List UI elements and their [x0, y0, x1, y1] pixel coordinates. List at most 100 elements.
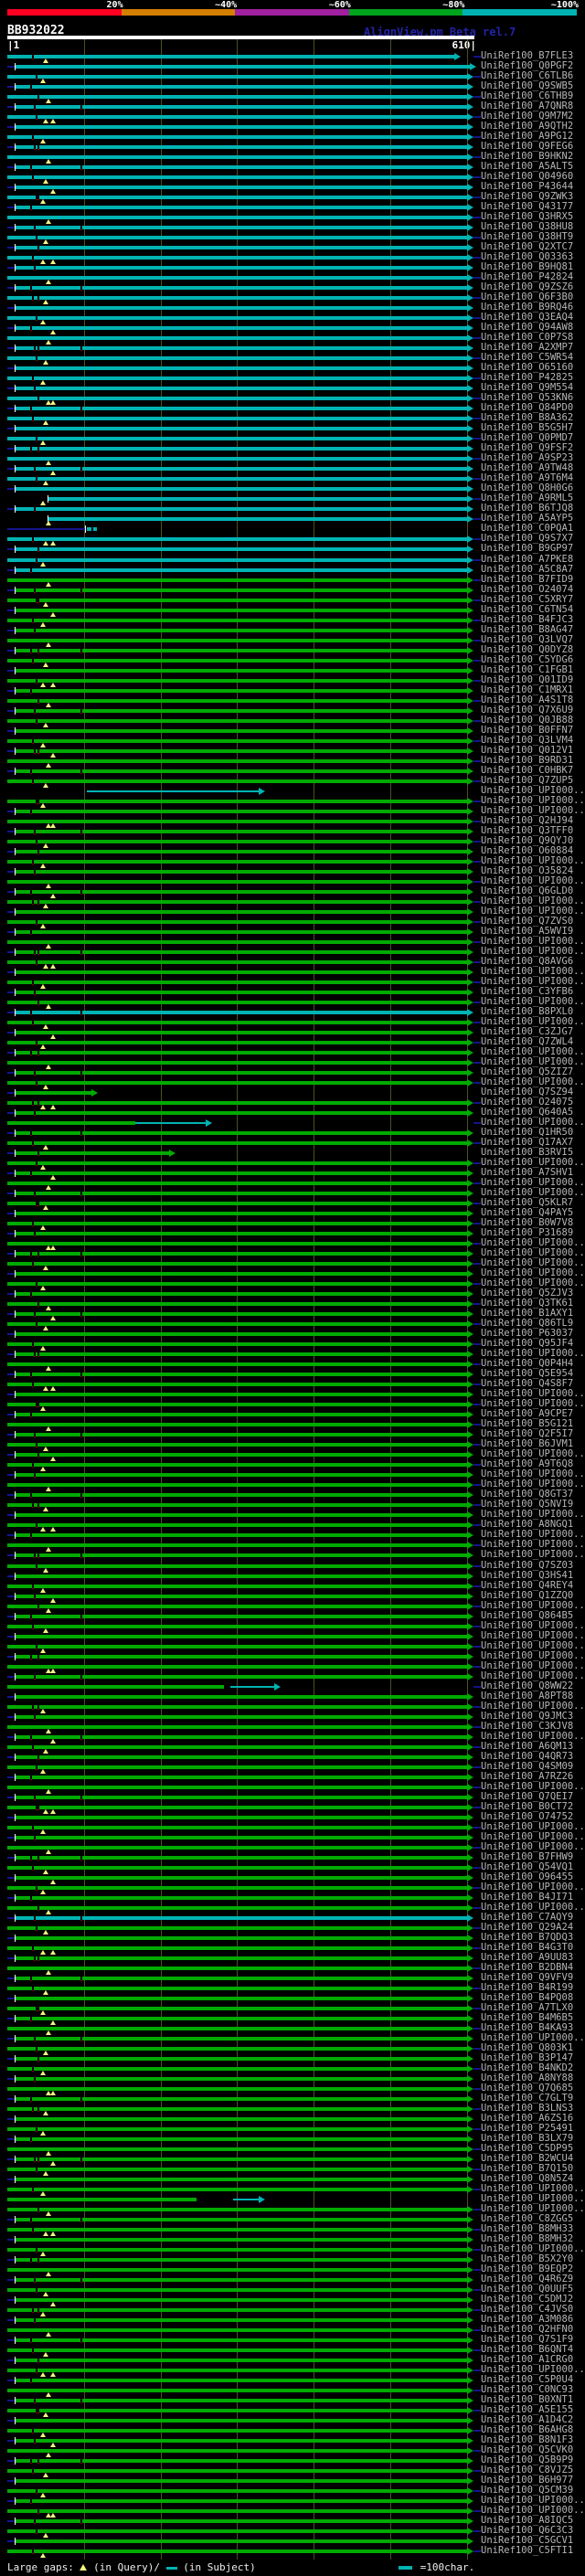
alignment-bar: [16, 2117, 467, 2121]
query-gap-triangle-icon: [50, 1175, 56, 1180]
alignment-arrowhead: [467, 1351, 473, 1358]
alignment-bar: [16, 125, 467, 129]
alignment-bar: [16, 1997, 467, 2000]
subject-flank-dash-right: [473, 1002, 481, 1003]
subject-flank-dash: [7, 2239, 15, 2241]
gap-notch: [34, 1715, 36, 1720]
alignment-bar: [16, 1595, 467, 1598]
subject-flank-dash-right: [473, 1786, 481, 1788]
subject-flank-dash: [7, 1917, 15, 1919]
alignment-bar: [16, 226, 467, 229]
alignment-bar: [7, 1041, 467, 1044]
alignment-bar: [7, 2449, 467, 2453]
subject-flank-dash-right: [473, 1223, 481, 1224]
alignment-bar: [16, 2499, 467, 2503]
gap-notch: [32, 860, 34, 864]
alignment-bar: [7, 1946, 467, 1950]
alignment-bar: [7, 1403, 467, 1406]
alignment-bar: [7, 1262, 467, 1266]
gap-notch: [36, 920, 37, 925]
alignment-arrowhead: [467, 1623, 473, 1630]
gap-notch: [34, 2439, 36, 2443]
alignment-arrowhead: [467, 989, 473, 996]
query-gap-triangle-icon: [50, 1950, 56, 1955]
gap-notch: [80, 2157, 82, 2162]
gap-notch: [34, 1352, 36, 1357]
query-gap-triangle-icon: [50, 1246, 56, 1250]
gap-notch: [80, 950, 82, 955]
subject-flank-dash: [7, 1474, 15, 1476]
alignment-arrowhead: [206, 1119, 212, 1127]
gap-notch: [36, 477, 37, 482]
gap-notch: [80, 2459, 82, 2464]
gap-notch: [30, 2218, 32, 2222]
alignment-bar: [16, 2258, 467, 2262]
alignment-bar: [7, 477, 467, 481]
gap-notch: [37, 296, 39, 301]
alignment-bar: [16, 2017, 467, 2020]
alignment-arrowhead: [467, 1170, 473, 1177]
query-gap-triangle-icon: [43, 2171, 48, 2176]
alignment-bar: [16, 1553, 467, 1557]
gap-notch: [37, 346, 39, 351]
query-gap-triangle-icon: [46, 582, 51, 587]
gap-notch: [32, 779, 34, 784]
subject-flank-dash: [7, 1554, 15, 1556]
gap-notch: [32, 2429, 34, 2433]
gap-notch: [36, 316, 37, 321]
subject-flank-dash-right: [473, 559, 481, 561]
subject-flank-dash: [7, 1414, 15, 1415]
query-gap-triangle-icon: [50, 1105, 56, 1109]
gap-notch: [37, 900, 39, 905]
alignment-arrowhead: [467, 1371, 473, 1378]
alignment-arrowhead: [467, 1280, 473, 1288]
query-gap-triangle-icon: [43, 1145, 48, 1150]
alignment-bar: [7, 155, 467, 159]
gap-notch: [37, 1151, 39, 1156]
query-gap-triangle-icon: [40, 1225, 46, 1230]
gap-notch: [32, 417, 34, 421]
alignment-bar: [16, 1715, 467, 1719]
alignment-arrowhead: [467, 375, 473, 382]
alignment-arrowhead: [467, 2095, 473, 2103]
alignment-arrowhead: [467, 2186, 473, 2193]
alignment-arrowhead: [467, 244, 473, 251]
subject-flank-dash: [7, 610, 15, 611]
subject-flank-dash-right: [473, 1404, 481, 1405]
gap-notch: [32, 1866, 34, 1871]
alignment-bar: [7, 1523, 467, 1527]
gap-notch: [80, 1553, 82, 1558]
subject-flank-dash: [7, 1494, 15, 1496]
alignment-bar: [7, 1503, 467, 1507]
alignment-bar: [48, 497, 467, 501]
alignment-arrowhead: [467, 1603, 473, 1610]
query-gap-triangle-icon: [40, 924, 46, 928]
alignment-arrowhead: [467, 1461, 473, 1468]
subject-gap-line: [230, 1686, 274, 1688]
alignment-arrowhead: [467, 607, 473, 614]
subject-flank-dash-right: [473, 2410, 481, 2412]
alignment-bar: [16, 2238, 467, 2242]
color-key-segment: [463, 9, 577, 16]
subject-flank-dash: [7, 1877, 15, 1879]
alignment-bar: [16, 2077, 467, 2081]
alignment-bar: [16, 749, 467, 753]
alignment-arrowhead: [467, 969, 473, 976]
subject-flank-dash: [7, 2038, 15, 2040]
alignment-arrowhead: [467, 2125, 473, 2133]
subject-flank-dash-right: [473, 56, 481, 58]
alignment-arrowhead: [467, 164, 473, 171]
alignment-bar: [7, 2348, 467, 2352]
gap-notch: [30, 1977, 32, 1981]
subject-flank-dash: [7, 1817, 15, 1818]
alignment-bar: [7, 2188, 467, 2191]
alignment-bar: [16, 246, 467, 249]
subject-flank-dash: [7, 1172, 15, 1174]
alignment-bar: [16, 447, 467, 451]
query-gap-triangle-icon: [46, 340, 51, 345]
alignment-arrowhead: [467, 355, 473, 362]
gap-notch: [30, 890, 32, 895]
query-gap-triangle-icon: [43, 179, 48, 184]
alignment-bar: [7, 196, 467, 199]
subject-flank-dash: [7, 86, 15, 88]
